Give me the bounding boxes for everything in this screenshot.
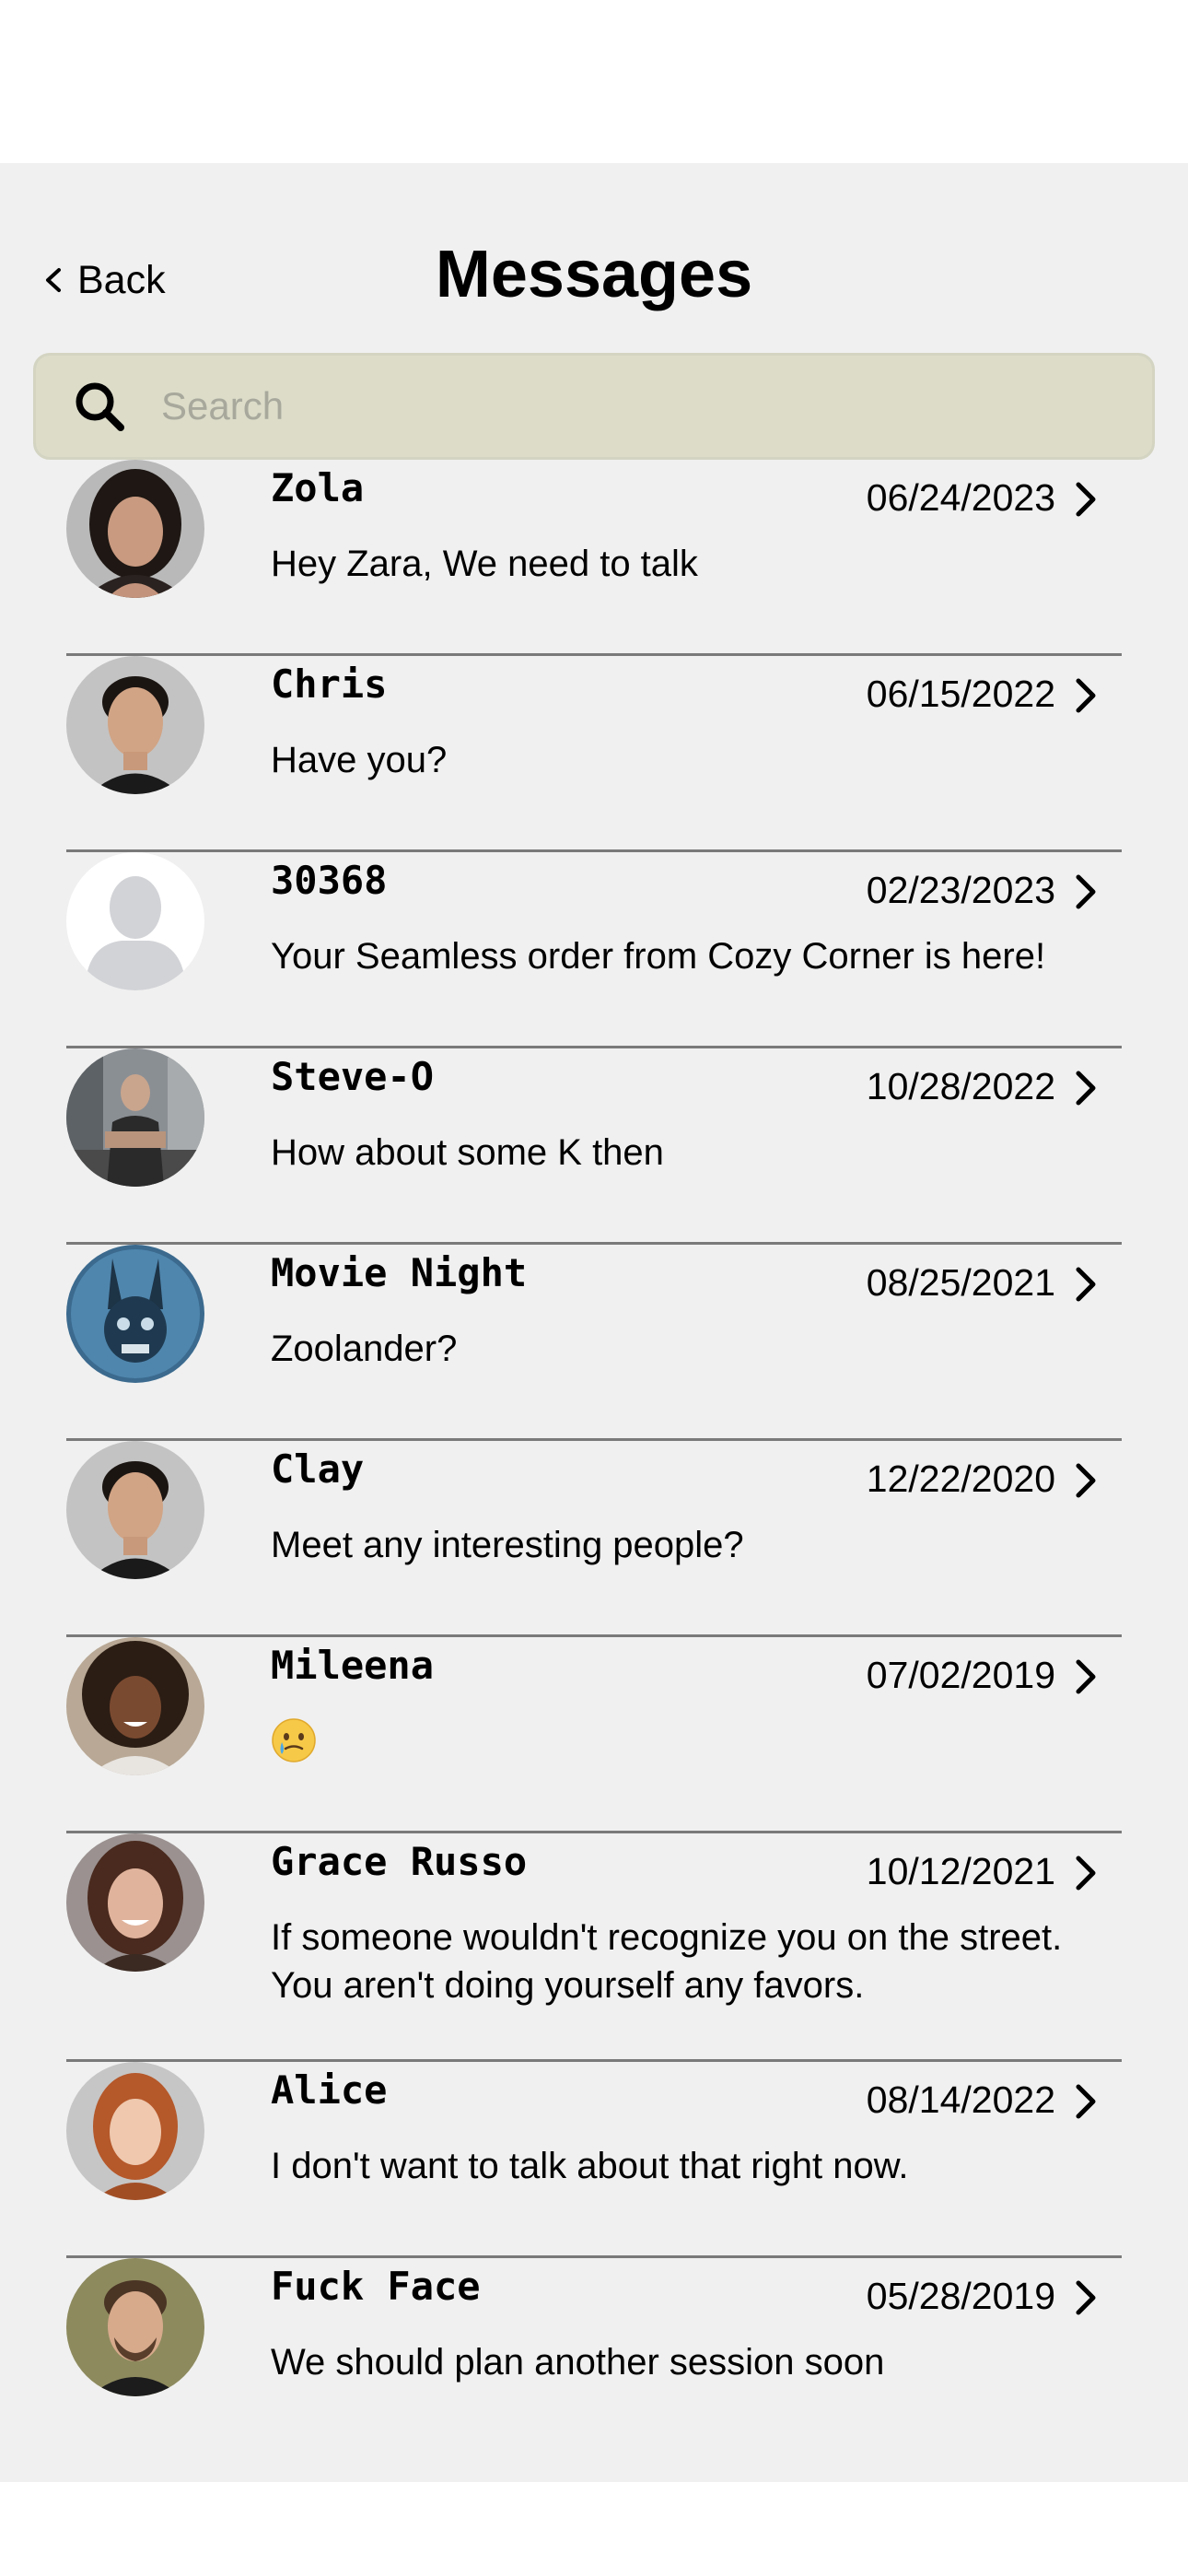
conversation-list: Zola 06/24/2023 Hey Zara, We need to tal… <box>0 460 1188 2454</box>
messages-screen: Back Messages Search Zola 06/24/2023 Hey… <box>0 163 1188 2482</box>
avatar <box>66 1833 204 1972</box>
conversation-row[interactable]: Clay 12/22/2020 Meet any interesting peo… <box>0 1441 1188 1637</box>
message-date: 02/23/2023 <box>866 869 1055 911</box>
message-date: 06/24/2023 <box>866 476 1055 519</box>
message-preview: How about some K then <box>271 1132 664 1173</box>
contact-name: Chris <box>271 662 388 707</box>
avatar <box>66 1048 204 1187</box>
avatar <box>66 656 204 794</box>
message-date: 07/02/2019 <box>866 1654 1055 1696</box>
contact-name: Zola <box>271 465 365 510</box>
contact-photo <box>66 1048 204 1187</box>
message-date: 10/28/2022 <box>866 1065 1055 1107</box>
search-input[interactable] <box>159 369 1152 444</box>
message-preview: 🥲 <box>271 1717 1127 1775</box>
chevron-right-icon <box>1076 1659 1096 1694</box>
contact-name: Alice <box>271 2067 388 2113</box>
contact-name: Fuck Face <box>271 2264 481 2309</box>
contact-photo <box>66 460 204 598</box>
conversation-row[interactable]: Alice 08/14/2022 I don't want to talk ab… <box>0 2062 1188 2258</box>
message-preview: Your Seamless order from Cozy Corner is … <box>271 936 1046 977</box>
message-preview: Meet any interesting people? <box>271 1525 744 1565</box>
chevron-right-icon <box>1076 1856 1096 1891</box>
chevron-right-icon <box>1076 482 1096 517</box>
conversation-row[interactable]: Fuck Face 05/28/2019 We should plan anot… <box>0 2258 1188 2454</box>
header: Back Messages <box>0 163 1188 460</box>
contact-name: Mileena <box>271 1643 435 1688</box>
conversation-row[interactable]: Mileena 07/02/2019 🥲 <box>0 1637 1188 1833</box>
contact-photo <box>66 2062 204 2200</box>
conversation-row[interactable]: Grace Russo 10/12/2021 If someone wouldn… <box>0 1833 1188 2062</box>
contact-photo <box>66 2258 204 2396</box>
contact-photo <box>66 1833 204 1972</box>
avatar <box>66 2062 204 2200</box>
contact-name: Movie Night <box>271 1250 528 1295</box>
default-avatar-icon <box>66 852 204 990</box>
message-preview: Have you? <box>271 740 448 780</box>
contact-photo <box>66 1637 204 1775</box>
contact-name: 30368 <box>271 858 388 903</box>
avatar <box>66 2258 204 2396</box>
chevron-right-icon <box>1076 678 1096 713</box>
search-bar[interactable] <box>33 353 1155 460</box>
conversation-row[interactable]: Chris 06/15/2022 Have you? <box>0 656 1188 852</box>
contact-photo <box>66 1245 204 1383</box>
search-icon <box>76 382 124 431</box>
message-preview: I don't want to talk about that right no… <box>271 2146 909 2186</box>
chevron-right-icon <box>1076 2084 1096 2119</box>
message-date: 08/14/2022 <box>866 2078 1055 2121</box>
avatar <box>66 1637 204 1775</box>
message-date: 10/12/2021 <box>866 1850 1055 1892</box>
smiling-face-with-tear-icon <box>272 1718 316 1762</box>
message-preview: If someone wouldn't recognize you on the… <box>271 1917 1063 2006</box>
contact-name: Steve-O <box>271 1054 435 1099</box>
avatar <box>66 460 204 598</box>
message-date: 06/15/2022 <box>866 673 1055 715</box>
avatar <box>66 1441 204 1579</box>
chevron-right-icon <box>1076 874 1096 909</box>
conversation-row[interactable]: Zola 06/24/2023 Hey Zara, We need to tal… <box>0 460 1188 656</box>
contact-name: Clay <box>271 1446 365 1492</box>
contact-photo <box>66 1441 204 1579</box>
message-date: 12/22/2020 <box>866 1458 1055 1500</box>
avatar <box>66 852 204 990</box>
conversation-row[interactable]: 30368 02/23/2023 Your Seamless order fro… <box>0 852 1188 1048</box>
conversation-row[interactable]: Steve-O 10/28/2022 How about some K then <box>0 1048 1188 1245</box>
chevron-right-icon <box>1076 1071 1096 1106</box>
message-preview: Hey Zara, We need to talk <box>271 544 698 584</box>
contact-name: Grace Russo <box>271 1839 528 1884</box>
message-preview: We should plan another session soon <box>271 2342 885 2383</box>
avatar <box>66 1245 204 1383</box>
screen: Back Messages Search Zola 06/24/2023 Hey… <box>0 0 1188 2576</box>
chevron-right-icon <box>1076 1267 1096 1302</box>
message-preview: Zoolander? <box>271 1329 458 1369</box>
chevron-right-icon <box>1076 2280 1096 2315</box>
contact-photo <box>66 656 204 794</box>
conversation-row[interactable]: Movie Night 08/25/2021 Zoolander? <box>0 1245 1188 1441</box>
message-date: 08/25/2021 <box>866 1261 1055 1304</box>
chevron-right-icon <box>1076 1463 1096 1498</box>
message-date: 05/28/2019 <box>866 2275 1055 2317</box>
page-title: Messages <box>435 238 753 311</box>
